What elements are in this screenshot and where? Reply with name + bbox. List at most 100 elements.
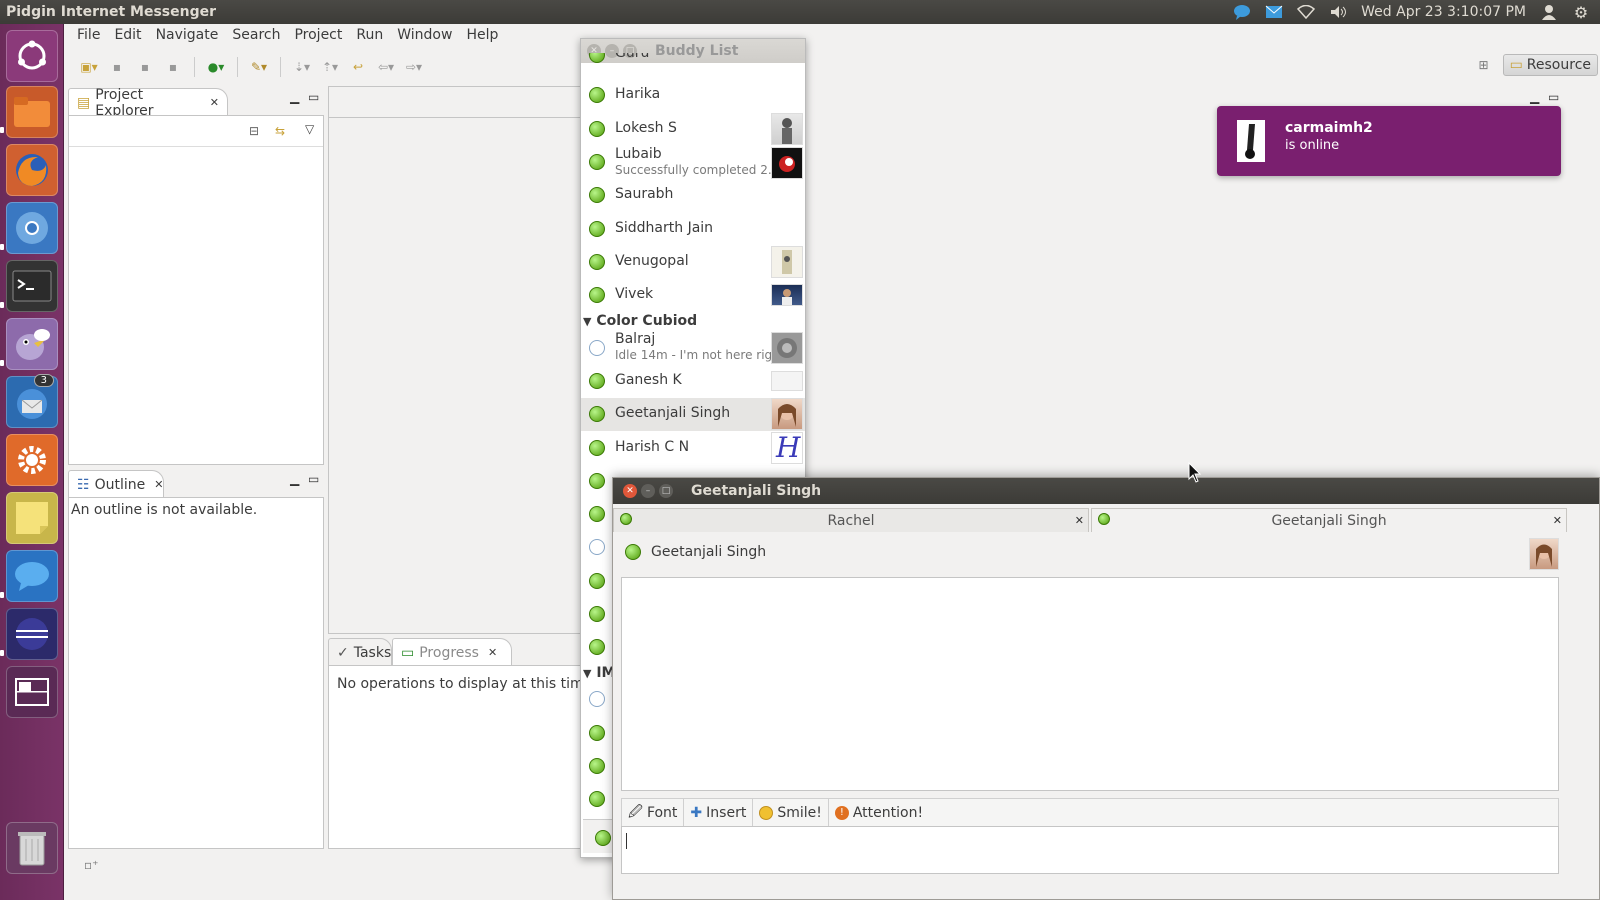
buddy-row[interactable]: Harika bbox=[581, 79, 805, 112]
tab-geetanjali-singh[interactable]: Geetanjali Singh ✕ bbox=[1091, 508, 1567, 532]
menu-navigate[interactable]: Navigate bbox=[149, 27, 226, 43]
last-edit-icon[interactable]: ↩ bbox=[347, 58, 369, 76]
message-history[interactable] bbox=[621, 577, 1559, 791]
menu-edit[interactable]: Edit bbox=[107, 27, 148, 43]
close-tab-icon[interactable]: ✕ bbox=[1553, 514, 1562, 527]
forward-icon[interactable]: ⇨▾ bbox=[403, 58, 425, 76]
minimize-icon[interactable]: ▁ bbox=[1530, 90, 1539, 104]
buddy-row[interactable]: Siddharth Jain bbox=[581, 212, 805, 246]
buddy-row[interactable]: Lokesh S bbox=[581, 112, 805, 146]
online-status-icon bbox=[589, 791, 605, 807]
thunderbird-launcher-button[interactable]: 3 bbox=[6, 374, 58, 428]
buddy-row[interactable]: Ganesh K bbox=[581, 365, 805, 398]
buddy-row[interactable]: Venugopal bbox=[581, 246, 805, 279]
datetime-clock[interactable]: Wed Apr 23 3:10:07 PM bbox=[1361, 4, 1526, 20]
trash-launcher-button[interactable] bbox=[6, 822, 58, 874]
message-input[interactable] bbox=[621, 826, 1559, 874]
close-tab-icon[interactable]: ✕ bbox=[1075, 514, 1084, 527]
settings-gear-icon[interactable]: ⚙ bbox=[1572, 3, 1590, 22]
resource-perspective-button[interactable]: ▭ Resource bbox=[1502, 54, 1598, 76]
run-icon[interactable]: ●▾ bbox=[205, 58, 227, 76]
progress-title: Progress bbox=[419, 644, 479, 661]
user-icon[interactable] bbox=[1540, 4, 1558, 20]
open-perspective-icon[interactable]: ⊞ bbox=[1473, 56, 1495, 74]
attention-button[interactable]: ! Attention! bbox=[829, 799, 929, 827]
minimize-icon[interactable]: ▁ bbox=[290, 90, 299, 104]
conversation-titlebar: ✕ – □ Geetanjali Singh bbox=[613, 478, 1599, 504]
menu-search[interactable]: Search bbox=[225, 27, 287, 43]
menu-run[interactable]: Run bbox=[349, 27, 390, 43]
menu-help[interactable]: Help bbox=[459, 27, 505, 43]
close-icon[interactable]: ✕ bbox=[488, 646, 497, 659]
minimize-icon[interactable]: ▁ bbox=[290, 472, 299, 486]
sticky-notes-launcher-button[interactable] bbox=[6, 492, 58, 544]
eclipse-launcher-button[interactable] bbox=[6, 608, 58, 660]
idle-status-icon bbox=[589, 691, 605, 707]
tab-project-explorer[interactable]: ▤ Project Explorer ✕ bbox=[68, 87, 228, 119]
tab-progress[interactable]: ▭ Progress ✕ bbox=[392, 638, 512, 666]
print-icon[interactable]: ▪ bbox=[162, 58, 184, 76]
online-notification: carmaimh2 is online bbox=[1217, 106, 1561, 176]
minimize-icon[interactable]: – bbox=[641, 484, 655, 498]
link-editor-icon[interactable]: ⇆ bbox=[275, 124, 285, 138]
workspace-switcher-button[interactable] bbox=[6, 666, 58, 718]
buddy-row[interactable]: Saurabh bbox=[581, 179, 805, 212]
group-header[interactable]: ▼ Color Cubiod bbox=[583, 313, 697, 329]
maximize-icon[interactable]: ▭ bbox=[308, 90, 319, 104]
chromium-launcher-button[interactable] bbox=[6, 202, 58, 254]
save-all-icon[interactable]: ▪ bbox=[134, 58, 156, 76]
buddy-name: Lokesh S bbox=[615, 120, 677, 136]
save-icon[interactable]: ▪ bbox=[106, 58, 128, 76]
buddy-row[interactable]: Balraj Idle 14m - I'm not here rig... bbox=[581, 331, 805, 365]
pidgin-launcher-button[interactable] bbox=[6, 318, 58, 370]
empathy-launcher-button[interactable] bbox=[6, 550, 58, 602]
buddy-row[interactable]: Vivek bbox=[581, 279, 805, 312]
group-header[interactable]: ▼ IM bbox=[583, 665, 615, 681]
tab-tasks[interactable]: ✓ Tasks bbox=[328, 638, 392, 666]
previous-annotation-icon[interactable]: ⇡▾ bbox=[319, 58, 341, 76]
collapse-all-icon[interactable]: ⊟ bbox=[249, 124, 259, 138]
wifi-icon[interactable] bbox=[1297, 4, 1316, 20]
pidgin-indicator-icon[interactable] bbox=[1233, 4, 1251, 20]
close-icon[interactable]: ✕ bbox=[210, 96, 219, 109]
firefox-launcher-button[interactable] bbox=[6, 144, 58, 196]
menu-window[interactable]: Window bbox=[390, 27, 459, 43]
close-icon[interactable]: ✕ bbox=[154, 478, 163, 491]
view-menu-icon[interactable]: ▽ bbox=[305, 122, 314, 136]
files-launcher-button[interactable] bbox=[6, 86, 58, 138]
tab-outline[interactable]: ☷ Outline ✕ bbox=[68, 470, 164, 498]
unread-count-badge: 3 bbox=[33, 374, 54, 387]
menu-project[interactable]: Project bbox=[287, 27, 349, 43]
open-type-icon[interactable]: ✎▾ bbox=[248, 58, 270, 76]
next-annotation-icon[interactable]: ⇣▾ bbox=[291, 58, 313, 76]
mail-icon[interactable] bbox=[1265, 4, 1283, 20]
maximize-icon[interactable]: ▭ bbox=[308, 472, 319, 486]
back-icon[interactable]: ⇦▾ bbox=[375, 58, 397, 76]
font-button[interactable]: 🖉 Font bbox=[622, 798, 685, 827]
ubuntu-dash-button[interactable] bbox=[6, 30, 58, 82]
volume-icon[interactable] bbox=[1329, 4, 1347, 20]
buddy-row[interactable]: Guru bbox=[581, 53, 805, 73]
avatar[interactable] bbox=[1529, 538, 1559, 570]
buddy-name: Venugopal bbox=[615, 253, 689, 269]
editor-area bbox=[328, 86, 583, 634]
project-explorer-icon: ▤ bbox=[77, 94, 91, 111]
online-status-icon bbox=[589, 473, 605, 489]
buddy-name: Lubaib bbox=[615, 146, 662, 162]
buddy-row-selected[interactable]: Geetanjali Singh bbox=[581, 398, 805, 431]
menu-file[interactable]: File bbox=[70, 27, 107, 43]
maximize-icon[interactable]: ▭ bbox=[1548, 90, 1559, 104]
outline-message: An outline is not available. bbox=[71, 502, 258, 518]
insert-button[interactable]: ✚ Insert bbox=[684, 798, 754, 827]
fast-view-icon[interactable]: ▫⁺ bbox=[84, 858, 98, 872]
terminal-launcher-button[interactable] bbox=[6, 260, 58, 312]
tab-rachel[interactable]: Rachel ✕ bbox=[613, 508, 1089, 532]
maximize-icon[interactable]: □ bbox=[659, 484, 673, 498]
smile-button[interactable]: Smile! bbox=[753, 798, 829, 827]
smiley-icon bbox=[759, 805, 774, 820]
system-settings-launcher-button[interactable] bbox=[6, 434, 58, 486]
close-icon[interactable]: ✕ bbox=[623, 484, 637, 498]
buddy-row[interactable]: Harish C N H bbox=[581, 431, 805, 465]
buddy-row[interactable]: Lubaib Successfully completed 2... bbox=[581, 146, 805, 179]
new-icon[interactable]: ▣▾ bbox=[78, 58, 100, 76]
